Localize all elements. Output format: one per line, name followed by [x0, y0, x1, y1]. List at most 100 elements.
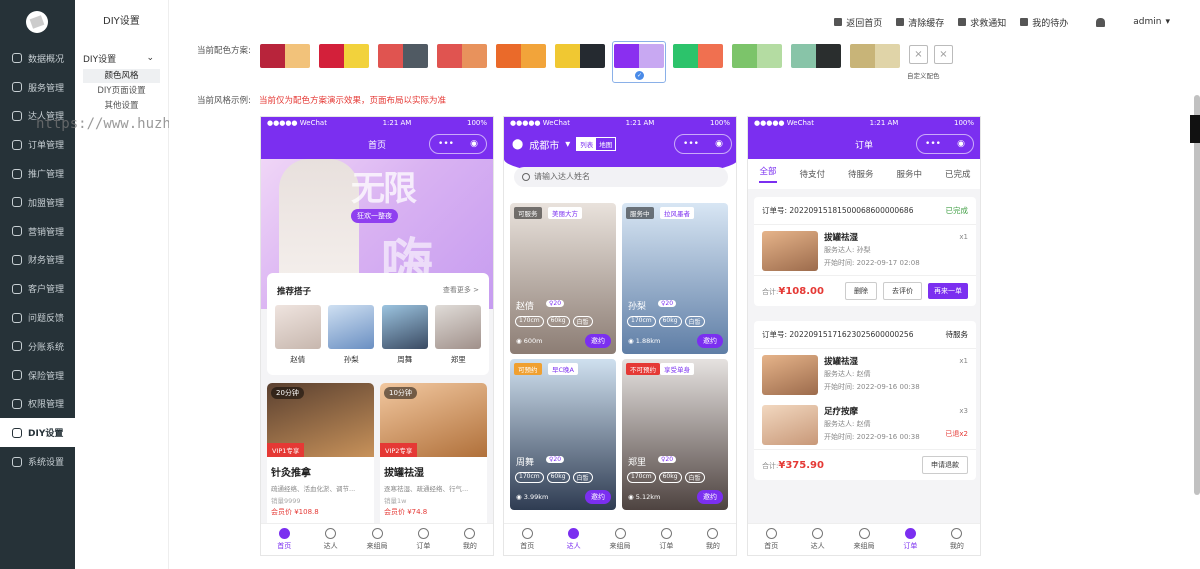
reorder-button[interactable]: 再来一单 — [928, 283, 968, 299]
submenu-item-diy-page[interactable]: DIY页面设置 — [83, 84, 160, 98]
color-swatch[interactable] — [673, 44, 723, 68]
delete-button[interactable]: 删除 — [845, 282, 877, 300]
submenu-item-other[interactable]: 其他设置 — [83, 99, 160, 113]
top-bar: 返回首页 清除缓存 求救通知 我的待办 admin ▾ — [169, 0, 1200, 44]
color-swatch[interactable] — [496, 44, 546, 68]
color-swatch[interactable] — [260, 44, 310, 68]
sidebar-item-insurance[interactable]: 保险管理 — [0, 361, 75, 390]
clear-cache-link[interactable]: 清除缓存 — [896, 16, 944, 29]
sidebar-item-marketing[interactable]: 营销管理 — [0, 217, 75, 246]
sidebar-item-finance[interactable]: 财务管理 — [0, 246, 75, 275]
help-link[interactable]: 求救通知 — [958, 16, 1006, 29]
side-handle[interactable] — [1190, 115, 1200, 143]
order-tab-unpaid[interactable]: 待支付 — [799, 168, 825, 180]
tab-group[interactable]: 来组局 — [354, 524, 400, 555]
group-icon — [614, 528, 626, 539]
recommend-person[interactable]: 周舞 — [381, 305, 428, 365]
order-item[interactable]: 拔罐祛湿 服务达人: 孙梨 开始时间: 2022-09-17 02:08 x1 — [754, 225, 976, 275]
sidebar-item-feedback[interactable]: 问题反馈 — [0, 303, 75, 332]
talent-card[interactable]: 不可预约 享受单身 郑里 ♀20 170cm 60kg 白皙 ◉ 5.12km 邀约 — [622, 359, 728, 510]
tab-talent[interactable]: 达人 — [550, 524, 596, 555]
custom-color-slot[interactable]: × — [934, 45, 953, 64]
swatch-color — [791, 44, 816, 68]
sidebar-item-system[interactable]: 系统设置 — [0, 447, 75, 476]
color-swatch[interactable] — [319, 44, 369, 68]
invite-button[interactable]: 邀约 — [697, 334, 723, 348]
order-tab-done[interactable]: 已完成 — [945, 168, 971, 180]
sidebar-item-orders[interactable]: 订单管理 — [0, 130, 75, 159]
view-more-link[interactable]: 查看更多 > — [443, 285, 479, 297]
tab-talent[interactable]: 达人 — [307, 524, 353, 555]
sidebar-item-services[interactable]: 服务管理 — [0, 73, 75, 102]
order-item[interactable]: 拔罐祛湿 服务达人: 赵倩 开始时间: 2022-09-16 00:38 x1 — [754, 349, 976, 399]
color-swatch[interactable] — [850, 44, 900, 68]
color-swatch[interactable] — [437, 44, 487, 68]
review-button[interactable]: 去评价 — [883, 282, 922, 300]
tab-mine[interactable]: 我的 — [934, 524, 980, 555]
sidebar-item-split[interactable]: 分账系统 — [0, 332, 75, 361]
tab-home[interactable]: 首页 — [504, 524, 550, 555]
custom-color-slot[interactable]: × — [909, 45, 928, 64]
user-menu[interactable]: admin ▾ — [1133, 17, 1170, 27]
tab-home[interactable]: 首页 — [261, 524, 307, 555]
sidebar-item-customers[interactable]: 客户管理 — [0, 274, 75, 303]
tab-order[interactable]: 订单 — [400, 524, 446, 555]
submenu-item-color-style[interactable]: 颜色风格 — [83, 69, 160, 83]
sidebar-item-diy[interactable]: DIY设置 — [0, 418, 75, 448]
capsule-button[interactable]: ••• ◉ — [916, 134, 974, 154]
more-icon: ••• — [438, 139, 454, 149]
location-icon: ⬤ — [512, 138, 524, 150]
sidebar-item-dashboard[interactable]: 数据概况 — [0, 44, 75, 73]
tab-mine[interactable]: 我的 — [690, 524, 736, 555]
order-tab-pending[interactable]: 待服务 — [848, 168, 874, 180]
home-link[interactable]: 返回首页 — [834, 16, 882, 29]
talent-card[interactable]: 可预约 早C晚A 周舞 ♀20 170cm 60kg 白皙 ◉ 3.99km 邀约 — [510, 359, 616, 510]
search-input[interactable]: 请输入达人姓名 — [514, 167, 728, 187]
tab-order[interactable]: 订单 — [643, 524, 689, 555]
sidebar-item-promotion[interactable]: 推广管理 — [0, 159, 75, 188]
capsule-button[interactable]: ••• ◉ — [674, 134, 732, 154]
tab-group[interactable]: 来组局 — [841, 524, 887, 555]
recommend-person[interactable]: 赵倩 — [274, 305, 321, 365]
target-icon: ◉ — [715, 139, 723, 149]
color-swatch[interactable] — [555, 44, 605, 68]
recommend-person[interactable]: 郑里 — [435, 305, 482, 365]
bell-icon[interactable] — [1096, 17, 1106, 27]
tab-home[interactable]: 首页 — [748, 524, 794, 555]
sidebar: 数据概况 服务管理 达人管理 订单管理 推广管理 加盟管理 营销管理 财务管理 … — [0, 0, 75, 569]
color-swatch[interactable] — [378, 44, 428, 68]
permission-icon — [12, 398, 22, 409]
location-icon: ◉ — [516, 493, 524, 501]
invite-button[interactable]: 邀约 — [585, 490, 611, 504]
invite-button[interactable]: 邀约 — [585, 334, 611, 348]
tab-talent[interactable]: 达人 — [794, 524, 840, 555]
tab-group[interactable]: 来组局 — [597, 524, 643, 555]
todo-link[interactable]: 我的待办 — [1020, 16, 1068, 29]
order-tab-inservice[interactable]: 服务中 — [896, 168, 922, 180]
talent-name: 孙梨 — [628, 302, 647, 312]
talent-card[interactable]: 服务中 拉风墨者 孙梨 ♀20 170cm 60kg 白皙 ◉ 1.88km 邀约 — [622, 203, 728, 354]
color-swatch[interactable] — [614, 44, 664, 68]
order-tab-all[interactable]: 全部 — [759, 165, 777, 183]
talent-card[interactable]: 可服务 美丽大方 赵倩 ♀20 170cm 60kg 白皙 ◉ 600m 邀约 — [510, 203, 616, 354]
city-selector[interactable]: 成都市 — [529, 137, 559, 152]
example-tip: 当前仅为配色方案演示效果，页面布局以实际为准 — [259, 96, 447, 106]
talent-status: 可预约 — [514, 363, 542, 375]
custom-color-label[interactable]: 自定义配色 — [907, 70, 940, 80]
tab-order[interactable]: 订单 — [887, 524, 933, 555]
order-item[interactable]: 足疗按摩 服务达人: 赵倩 开始时间: 2022-09-16 00:38 x3 … — [754, 399, 976, 449]
color-swatch[interactable] — [791, 44, 841, 68]
sidebar-item-permissions[interactable]: 权限管理 — [0, 390, 75, 419]
view-mode-toggle[interactable]: 列表 地图 — [576, 137, 617, 151]
color-swatch[interactable] — [732, 44, 782, 68]
page-scrollbar[interactable] — [1194, 95, 1200, 495]
invite-button[interactable]: 邀约 — [697, 490, 723, 504]
recommend-card: 推荐搭子 查看更多 > 赵倩 孙梨 周舞 郑里 — [267, 273, 489, 375]
swatch-color — [816, 44, 841, 68]
tab-mine[interactable]: 我的 — [447, 524, 493, 555]
submenu-group-diy[interactable]: DIY设置 ⌄ — [75, 48, 168, 68]
capsule-button[interactable]: ••• ◉ — [429, 134, 487, 154]
recommend-person[interactable]: 孙梨 — [328, 305, 375, 365]
refund-button[interactable]: 申请退款 — [922, 456, 968, 474]
sidebar-item-franchise[interactable]: 加盟管理 — [0, 188, 75, 217]
